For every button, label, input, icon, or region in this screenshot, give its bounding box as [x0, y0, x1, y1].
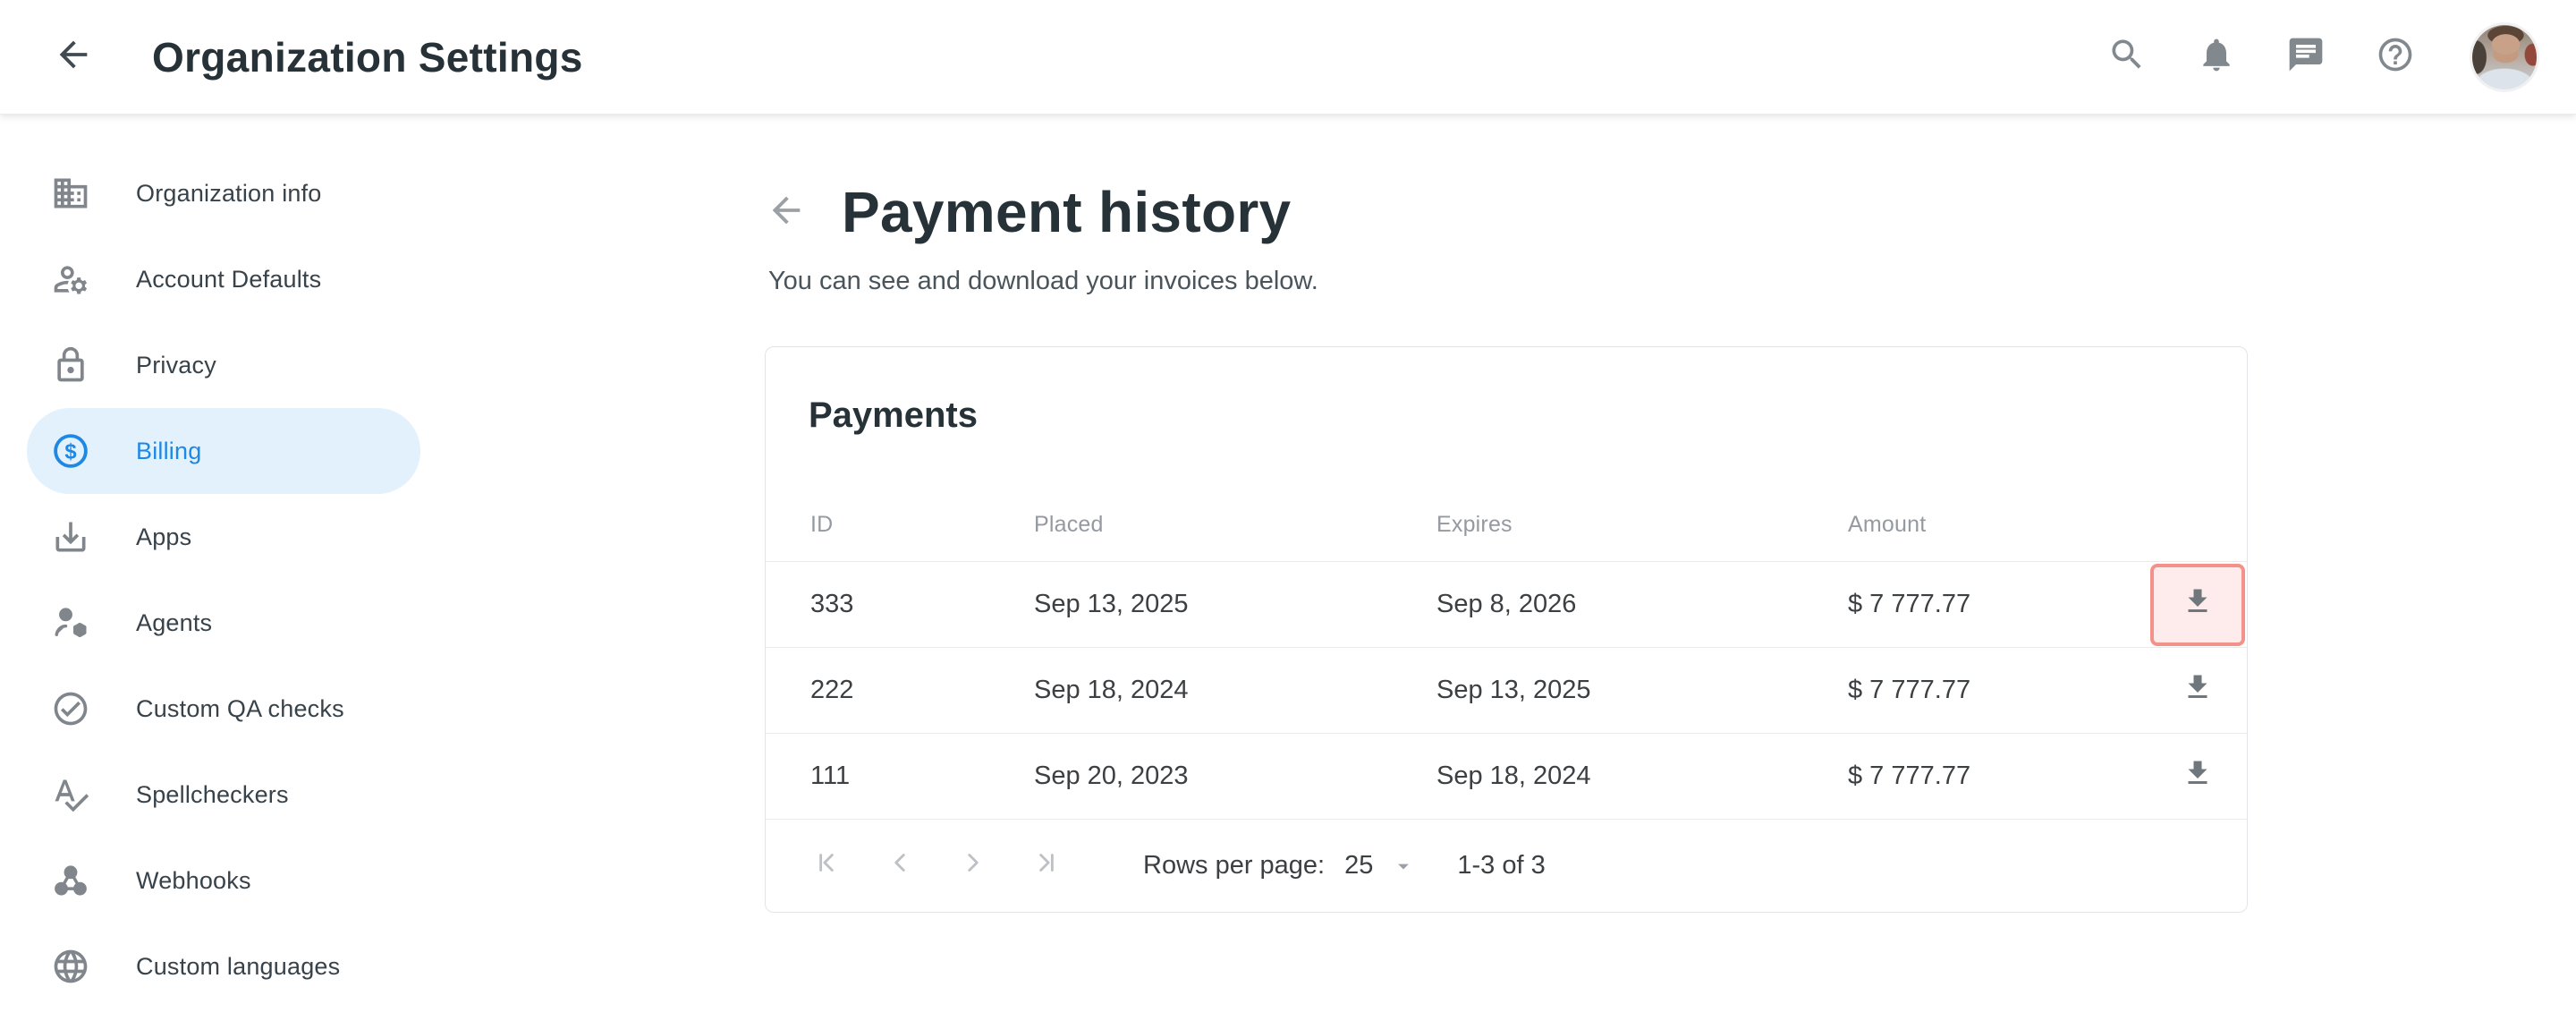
chevron-left-icon: [885, 847, 915, 885]
cell-expires: Sep 18, 2024: [1436, 761, 1848, 791]
globe-icon: [50, 946, 91, 987]
arrow-back-icon: [53, 34, 94, 80]
cell-expires: Sep 13, 2025: [1436, 676, 1848, 705]
agent-cube-icon: [50, 602, 91, 643]
arrow-back-icon: [766, 190, 807, 235]
app-header: Organization Settings: [0, 0, 2576, 115]
sidebar-item-apps[interactable]: Apps: [27, 494, 420, 580]
sidebar-item-billing[interactable]: $ Billing: [27, 408, 420, 494]
sidebar-item-custom-qa-checks[interactable]: Custom QA checks: [27, 666, 420, 752]
avatar[interactable]: [2472, 25, 2537, 89]
cell-actions: [2080, 564, 2247, 646]
sidebar-item-label: Webhooks: [136, 867, 251, 895]
page-subtitle: You can see and download your invoices b…: [768, 267, 2576, 296]
cell-amount: $ 7 777.77: [1848, 761, 2080, 791]
main-content: Payment history You can see and download…: [456, 115, 2576, 1021]
table-row: 333 Sep 13, 2025 Sep 8, 2026 $ 7 777.77: [766, 561, 2247, 647]
svg-text:$: $: [64, 439, 76, 464]
notifications-button[interactable]: [2195, 36, 2238, 79]
next-page-button[interactable]: [955, 848, 991, 884]
column-header-placed: Placed: [1034, 512, 1436, 538]
previous-page-button[interactable]: [882, 848, 918, 884]
cell-expires: Sep 8, 2026: [1436, 590, 1848, 619]
pagination-range: 1-3 of 3: [1457, 851, 1545, 881]
download-icon: [2182, 671, 2214, 710]
cell-actions: [2080, 734, 2247, 820]
dollar-circle-icon: $: [50, 430, 91, 472]
rows-per-page-value: 25: [1344, 851, 1373, 881]
chat-button[interactable]: [2284, 36, 2327, 79]
sidebar-item-agents[interactable]: Agents: [27, 580, 420, 666]
cell-placed: Sep 18, 2024: [1034, 676, 1436, 705]
arrow-drop-down-icon: [1391, 854, 1416, 879]
sidebar-item-label: Apps: [136, 523, 191, 551]
sidebar-item-custom-languages[interactable]: Custom languages: [27, 923, 420, 1009]
install-icon: [50, 516, 91, 557]
sidebar-item-label: Billing: [136, 438, 201, 465]
sidebar-item-label: Privacy: [136, 352, 216, 379]
help-icon: [2376, 35, 2415, 79]
page-title: Payment history: [842, 179, 1291, 245]
sidebar-item-organization-info[interactable]: Organization info: [27, 150, 420, 236]
cell-amount: $ 7 777.77: [1848, 676, 2080, 705]
account-settings-icon: [50, 259, 91, 300]
table-pagination: Rows per page: 25 1-3 of 3: [766, 819, 2247, 912]
rows-per-page-select[interactable]: 25: [1344, 851, 1416, 881]
notifications-icon: [2197, 35, 2236, 79]
building-icon: [50, 173, 91, 214]
sidebar-item-label: Custom QA checks: [136, 695, 344, 723]
spellcheck-icon: [50, 774, 91, 815]
payments-card: Payments ID Placed Expires Amount 333 Se…: [765, 346, 2248, 913]
cell-id: 333: [766, 590, 1034, 619]
cell-placed: Sep 13, 2025: [1034, 590, 1436, 619]
column-header-id: ID: [766, 512, 1034, 538]
table-row: 111 Sep 20, 2023 Sep 18, 2024 $ 7 777.77: [766, 733, 2247, 819]
sidebar-item-webhooks[interactable]: Webhooks: [27, 838, 420, 923]
sidebar-nav-list: Organization info Account Defaults Priva…: [0, 150, 456, 1009]
search-button[interactable]: [2106, 36, 2148, 79]
header-actions: [2106, 25, 2537, 89]
header-back-button[interactable]: [50, 34, 97, 81]
page-body: Organization info Account Defaults Priva…: [0, 115, 2576, 1021]
help-button[interactable]: [2374, 36, 2417, 79]
sidebar-item-privacy[interactable]: Privacy: [27, 322, 420, 408]
sidebar-item-label: Account Defaults: [136, 266, 321, 294]
last-page-button[interactable]: [1029, 848, 1064, 884]
chat-icon: [2286, 35, 2326, 79]
cell-id: 222: [766, 676, 1034, 705]
page-back-button[interactable]: [765, 191, 808, 234]
download-invoice-button[interactable]: [2150, 564, 2245, 646]
download-icon: [2182, 757, 2214, 796]
download-icon: [2182, 585, 2214, 625]
sidebar: Organization info Account Defaults Priva…: [0, 115, 456, 1021]
column-header-expires: Expires: [1436, 512, 1848, 538]
table-row: 222 Sep 18, 2024 Sep 13, 2025 $ 7 777.77: [766, 647, 2247, 733]
column-header-amount: Amount: [1848, 512, 2080, 538]
sidebar-item-account-defaults[interactable]: Account Defaults: [27, 236, 420, 322]
first-page-icon: [811, 847, 842, 885]
card-title: Payments: [766, 347, 2247, 436]
lock-icon: [50, 345, 91, 386]
sidebar-item-label: Spellcheckers: [136, 781, 289, 809]
check-circle-icon: [50, 688, 91, 729]
page-head: Payment history: [765, 179, 2576, 245]
search-icon: [2107, 35, 2147, 79]
download-invoice-button[interactable]: [2150, 648, 2245, 734]
sidebar-item-spellcheckers[interactable]: Spellcheckers: [27, 752, 420, 838]
cell-placed: Sep 20, 2023: [1034, 761, 1436, 791]
table-header-row: ID Placed Expires Amount: [766, 436, 2247, 561]
sidebar-item-label: Custom languages: [136, 953, 340, 981]
download-invoice-button[interactable]: [2150, 734, 2245, 820]
cell-id: 111: [766, 761, 1034, 791]
app-title: Organization Settings: [152, 33, 583, 81]
first-page-button[interactable]: [809, 848, 844, 884]
cell-amount: $ 7 777.77: [1848, 590, 2080, 619]
rows-per-page-label: Rows per page:: [1143, 851, 1325, 881]
last-page-icon: [1031, 847, 1062, 885]
webhook-icon: [50, 860, 91, 901]
sidebar-item-label: Organization info: [136, 180, 322, 208]
sidebar-item-label: Agents: [136, 609, 212, 637]
chevron-right-icon: [958, 847, 988, 885]
cell-actions: [2080, 648, 2247, 734]
